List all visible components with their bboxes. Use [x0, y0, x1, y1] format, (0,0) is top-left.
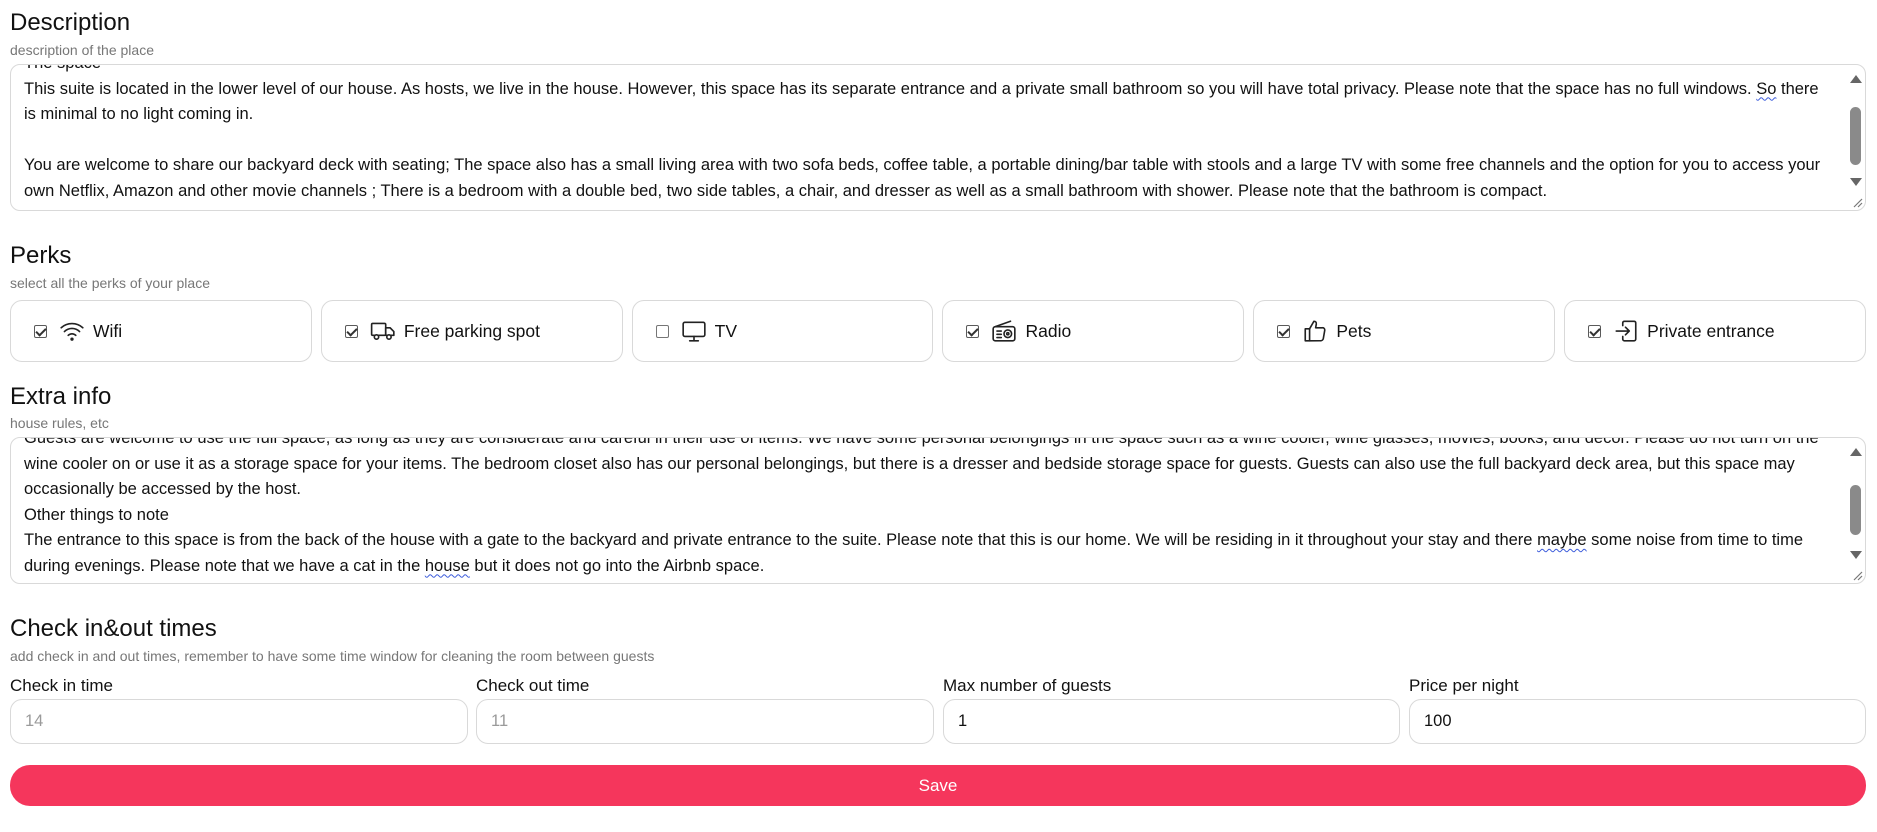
- truck-icon: [370, 318, 396, 344]
- perk-label: Wifi: [93, 320, 123, 341]
- extra-info-scrollbar[interactable]: [1847, 440, 1863, 567]
- perk-private-entrance[interactable]: Private entrance: [1564, 300, 1866, 362]
- scroll-down-icon[interactable]: [1850, 178, 1862, 186]
- extra-cut-line: Guests are welcome to use the full space…: [24, 437, 1819, 447]
- perks-title: Perks: [10, 242, 72, 269]
- spellcheck-flag: maybe: [1537, 531, 1587, 549]
- check-in-input[interactable]: [10, 699, 468, 744]
- perk-checkbox[interactable]: [34, 324, 47, 338]
- spellcheck-flag: house: [424, 556, 470, 575]
- extra-info-title: Extra info: [10, 383, 112, 410]
- scroll-thumb[interactable]: [1850, 485, 1861, 535]
- extra-info-text: Guests are welcome to use the full space…: [24, 437, 1831, 579]
- scroll-down-icon[interactable]: [1850, 551, 1862, 559]
- resize-grip-icon[interactable]: [1851, 569, 1863, 581]
- max-guests-input[interactable]: [943, 699, 1400, 744]
- perk-pets[interactable]: Pets: [1253, 300, 1556, 362]
- save-button[interactable]: Save: [10, 765, 1866, 806]
- perk-label: Pets: [1336, 320, 1372, 341]
- wifi-icon: [59, 318, 85, 344]
- extra-info-textarea[interactable]: Guests are welcome to use the full space…: [10, 437, 1866, 584]
- extra-paragraph: The entrance to this space is from the b…: [24, 531, 1808, 575]
- price-label: Price per night: [1409, 676, 1519, 695]
- perk-checkbox[interactable]: [1588, 324, 1602, 338]
- description-cut-line: The space: [24, 65, 101, 72]
- description-subtitle: description of the place: [10, 42, 154, 58]
- check-out-input[interactable]: [476, 699, 934, 744]
- thumbs-up-icon: [1302, 318, 1328, 344]
- checkinout-title: Check in&out times: [10, 615, 217, 642]
- checkinout-subtitle: add check in and out times, remember to …: [10, 648, 655, 664]
- perk-label: Private entrance: [1647, 320, 1775, 341]
- check-in-label: Check in time: [10, 676, 113, 695]
- extra-info-subtitle: house rules, etc: [10, 415, 109, 431]
- perk-checkbox[interactable]: [655, 324, 669, 338]
- spellcheck-flag: So: [1756, 79, 1777, 98]
- perk-label: Free parking spot: [403, 320, 541, 341]
- description-paragraph-1: This suite is located in the lower level…: [24, 79, 1824, 124]
- description-paragraph-2: You are welcome to share our backyard de…: [24, 156, 1825, 200]
- perk-wifi[interactable]: Wifi: [10, 300, 312, 362]
- max-guests-label: Max number of guests: [943, 676, 1112, 695]
- perks-list: Wifi Free parking spot TV Radio Pets Pri: [10, 300, 1866, 362]
- scroll-thumb[interactable]: [1850, 107, 1861, 165]
- resize-grip-icon[interactable]: [1851, 196, 1863, 208]
- perk-checkbox[interactable]: [1277, 324, 1291, 338]
- enter-door-icon: [1613, 318, 1639, 344]
- description-title: Description: [10, 9, 131, 36]
- tv-icon: [681, 318, 707, 344]
- price-input[interactable]: [1409, 699, 1866, 744]
- perk-radio[interactable]: Radio: [942, 300, 1245, 362]
- perk-checkbox[interactable]: [344, 324, 358, 338]
- scroll-up-icon[interactable]: [1850, 448, 1862, 456]
- perks-subtitle: select all the perks of your place: [10, 275, 210, 291]
- radio-icon: [991, 318, 1017, 344]
- description-text: The space This suite is located in the l…: [24, 65, 1831, 204]
- perk-tv[interactable]: TV: [631, 300, 934, 362]
- extra-line-3: Other things to note: [24, 505, 169, 524]
- perk-label: TV: [714, 320, 738, 341]
- perk-checkbox[interactable]: [966, 324, 980, 338]
- description-textarea[interactable]: The space This suite is located in the l…: [10, 64, 1866, 211]
- perk-free-parking[interactable]: Free parking spot: [320, 300, 623, 362]
- scroll-up-icon[interactable]: [1850, 75, 1862, 83]
- extra-line-2: wine cooler on or use it as a storage sp…: [24, 454, 1800, 499]
- perk-label: Radio: [1025, 320, 1072, 341]
- check-out-label: Check out time: [476, 676, 590, 695]
- description-scrollbar[interactable]: [1847, 67, 1863, 194]
